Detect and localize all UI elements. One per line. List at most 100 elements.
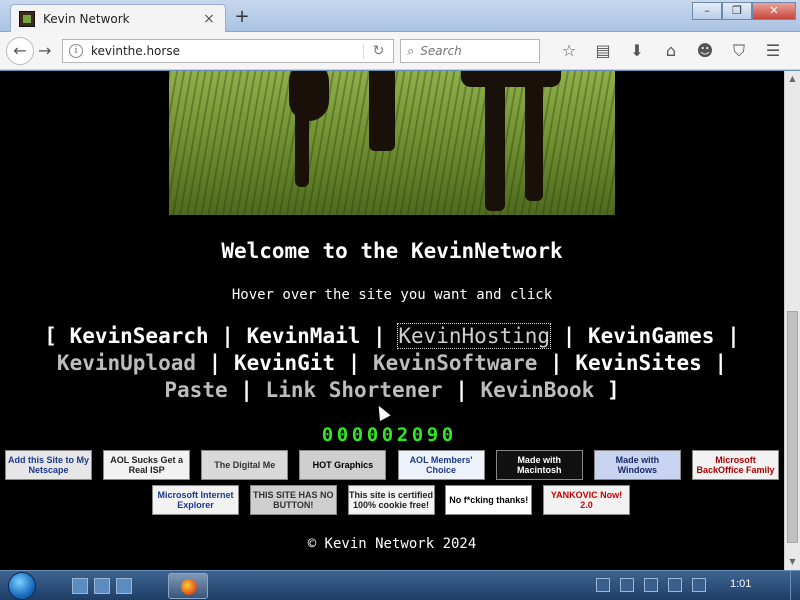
new-tab-button[interactable]: + (232, 6, 252, 27)
web-badge[interactable]: AOL Sucks Get a Real ISP (103, 450, 191, 480)
reload-icon[interactable]: ↻ (363, 43, 393, 59)
link-kevinupload[interactable]: KevinUpload (57, 351, 196, 375)
web-badge-label: Add this Site to My Netscape (8, 455, 89, 475)
counter-digit: 0 (336, 424, 349, 446)
show-desktop-button[interactable] (790, 571, 800, 600)
scroll-up-icon[interactable]: ▲ (785, 71, 800, 87)
browser-tab[interactable]: Kevin Network × (10, 4, 226, 32)
site-links: [ KevinSearch | KevinMail | KevinHosting… (44, 323, 740, 402)
web-badge-label: AOL Members' Choice (409, 455, 473, 475)
tray-network-icon[interactable] (668, 578, 682, 592)
web-badge[interactable]: YANKOVIC Now! 2.0 (543, 485, 630, 515)
badge-row-2: Microsoft Internet Explorer THIS SITE HAS… (152, 485, 630, 515)
forward-button[interactable]: → (38, 41, 51, 60)
counter-digit: 2 (396, 424, 409, 446)
bookmark-star-icon[interactable]: ☆ (552, 41, 586, 61)
web-badge-label: No f*cking thanks! (449, 495, 529, 505)
link-kevinsearch[interactable]: KevinSearch (70, 324, 209, 348)
pocket-icon[interactable]: ⛉ (722, 41, 756, 61)
search-icon: ⌕ (407, 43, 415, 59)
tray-notes-icon[interactable] (596, 578, 610, 592)
taskbar-firefox-button[interactable] (168, 573, 208, 599)
vertical-scrollbar[interactable]: ▲ ▼ (784, 71, 800, 570)
web-badge[interactable]: THIS SITE HAS NO BUTTON! (249, 485, 337, 515)
web-badge-label: HOT Graphics (312, 460, 374, 470)
web-badge[interactable]: The Digital Me (201, 450, 289, 480)
link-kevingames[interactable]: KevinGames (588, 324, 714, 348)
system-tray (596, 578, 716, 592)
web-badge[interactable]: Microsoft Internet Explorer (152, 485, 239, 515)
maximize-button[interactable]: ❐ (722, 2, 752, 20)
page-title: Welcome to the KevinNetwork (221, 239, 563, 263)
tab-close-icon[interactable]: × (201, 11, 217, 27)
link-kevinsites[interactable]: KevinSites (575, 351, 701, 375)
browser-titlebar: Kevin Network × + – ❐ ✕ (0, 0, 800, 32)
web-badge[interactable]: Made with Macintosh (495, 450, 583, 480)
counter-digit: 9 (426, 424, 439, 446)
web-badge-label: Made with Windows (615, 455, 660, 475)
horse-hero-image (169, 71, 615, 215)
web-badge[interactable]: No f*cking thanks! (445, 485, 533, 515)
web-badge-label: This site is certified 100% cookie free! (348, 490, 434, 510)
close-window-button[interactable]: ✕ (752, 2, 796, 20)
site-info-icon[interactable]: i (69, 44, 83, 58)
tray-volume-icon[interactable] (692, 578, 706, 592)
web-badge-label: Microsoft BackOffice Family (696, 455, 775, 475)
link-kevinbook[interactable]: KevinBook (481, 378, 595, 402)
link-kevingit[interactable]: KevinGit (234, 351, 335, 375)
home-icon[interactable]: ⌂ (654, 41, 688, 61)
internet-explorer-icon[interactable] (116, 578, 132, 594)
web-badge-label: The Digital Me (214, 460, 276, 470)
page-subtitle: Hover over the site you want and click (231, 287, 553, 303)
web-badge-label: THIS SITE HAS NO BUTTON! (252, 490, 334, 510)
counter-digit: 0 (321, 424, 334, 446)
tray-flag-icon[interactable] (644, 578, 658, 592)
search-bar[interactable]: ⌕ (400, 39, 540, 63)
web-badge[interactable]: This site is certified 100% cookie free! (347, 485, 435, 515)
counter-digit: 0 (351, 424, 364, 446)
switch-windows-icon[interactable] (94, 578, 110, 594)
web-badge[interactable]: AOL Members' Choice (397, 450, 485, 480)
page-footer: © Kevin Network 2024 (307, 536, 477, 552)
web-badge[interactable]: Made with Windows (593, 450, 681, 480)
scroll-thumb[interactable] (787, 311, 798, 543)
site-favicon-icon (19, 10, 35, 27)
tab-title: Kevin Network (43, 11, 130, 26)
counter-digit: 0 (411, 424, 424, 446)
page-viewport: Welcome to the KevinNetwork Hover over t… (0, 71, 784, 570)
badge-row-1: Add this Site to My Netscape AOL Sucks Ge… (5, 450, 779, 480)
link-kevinhosting[interactable]: KevinHosting (397, 323, 552, 349)
web-badge-label: Made with Macintosh (516, 455, 562, 475)
web-badge-label: YANKOVIC Now! 2.0 (550, 490, 623, 510)
search-input[interactable] (420, 44, 521, 58)
web-badge[interactable]: Add this Site to My Netscape (5, 450, 92, 480)
web-badge-label: AOL Sucks Get a Real ISP (110, 455, 184, 475)
show-desktop-quick-icon[interactable] (72, 578, 88, 594)
reading-list-icon[interactable]: ▤ (586, 41, 620, 61)
counter-digit: 0 (366, 424, 379, 446)
url-text[interactable]: kevinthe.horse (91, 44, 363, 58)
start-button[interactable] (8, 572, 36, 600)
link-paste[interactable]: Paste (164, 378, 227, 402)
browser-navbar: ← → i kevinthe.horse ↻ ⌕ ☆ ▤ ⬇ ⌂ ☻ ⛉ ☰ (0, 32, 800, 70)
menu-icon[interactable]: ☰ (756, 41, 790, 61)
tray-security-icon[interactable] (620, 578, 634, 592)
quick-launch (72, 578, 138, 594)
counter-digit: 0 (441, 424, 454, 446)
downloads-icon[interactable]: ⬇ (620, 41, 654, 61)
chat-icon[interactable]: ☻ (688, 41, 722, 61)
web-badge[interactable]: Microsoft BackOffice Family (691, 450, 779, 480)
windows-taskbar: 1:01 (0, 570, 800, 600)
minimize-button[interactable]: – (692, 2, 722, 20)
link-link-shortener[interactable]: Link Shortener (266, 378, 443, 402)
counter-digit: 0 (381, 424, 394, 446)
taskbar-clock[interactable]: 1:01 (730, 578, 751, 590)
scroll-down-icon[interactable]: ▼ (785, 554, 800, 570)
link-kevinsoftware[interactable]: KevinSoftware (373, 351, 537, 375)
web-badge-label: Microsoft Internet Explorer (157, 490, 234, 510)
browser-toolbar: ☆ ▤ ⬇ ⌂ ☻ ⛉ ☰ (552, 41, 790, 61)
web-badge[interactable]: HOT Graphics (299, 450, 387, 480)
url-bar[interactable]: i kevinthe.horse ↻ (62, 39, 394, 63)
link-kevinmail[interactable]: KevinMail (247, 324, 361, 348)
back-button[interactable]: ← (6, 37, 34, 65)
